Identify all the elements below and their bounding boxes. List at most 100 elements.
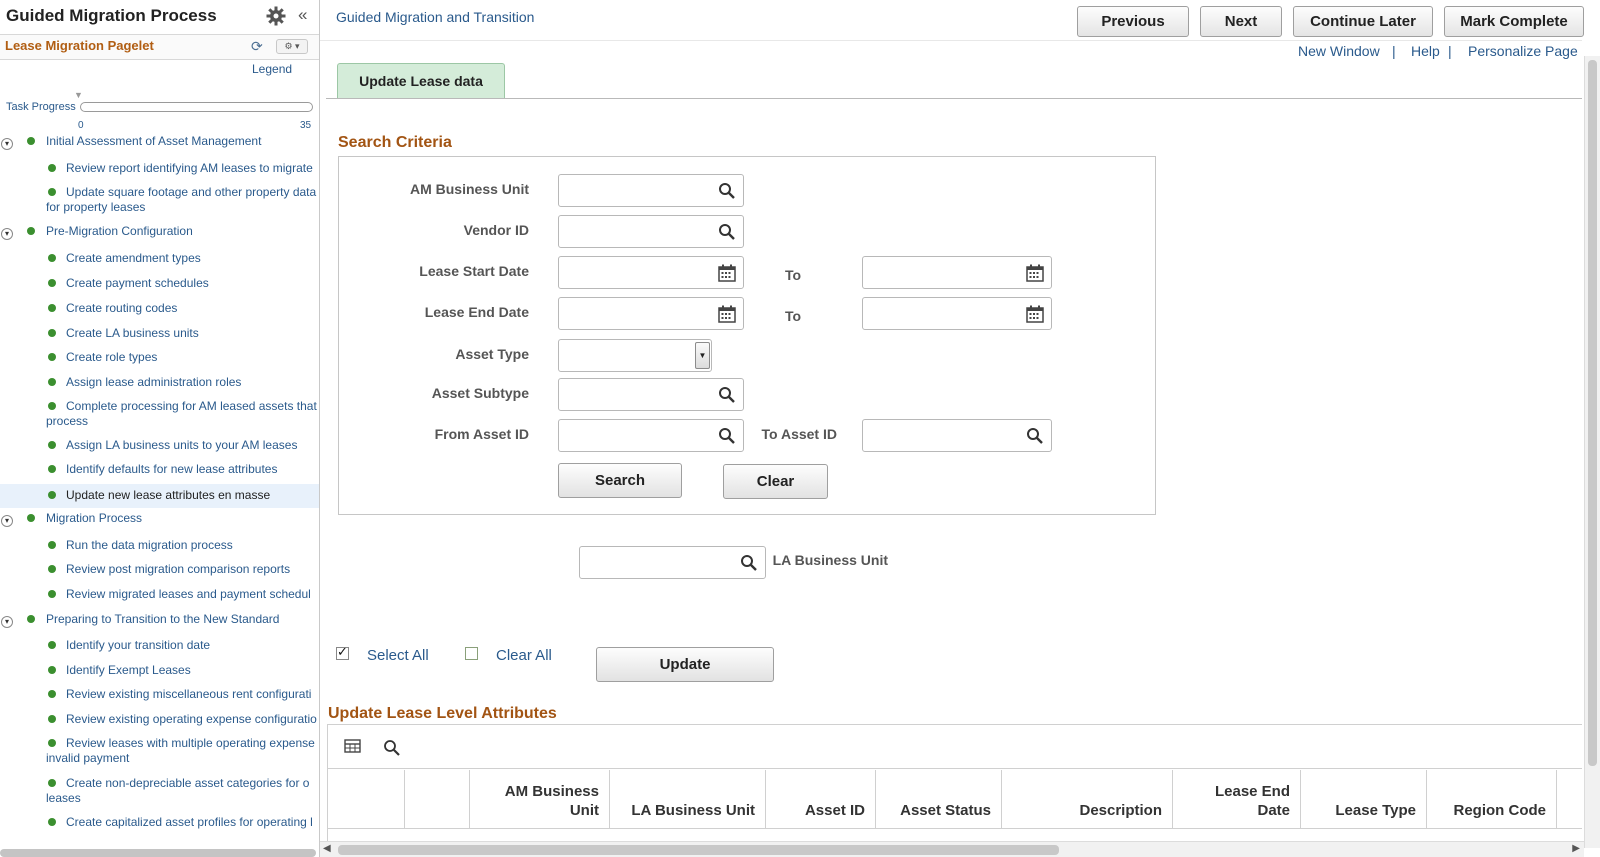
grid-header-lease-end-date[interactable]: Lease End Date	[1173, 770, 1301, 828]
calendar-icon[interactable]	[1026, 264, 1044, 282]
to-asset-id-input[interactable]	[862, 419, 1052, 452]
clear-all-link[interactable]: Clear All	[496, 647, 552, 664]
tree-step[interactable]: Identify Exempt Leases	[0, 662, 319, 682]
tree-step[interactable]: Review migrated leases and payment sched…	[0, 586, 319, 606]
tree-step-selected[interactable]: Update new lease attributes en masse	[0, 484, 319, 508]
update-button[interactable]: Update	[596, 647, 774, 682]
collapse-toggle-icon[interactable]: ▾	[1, 228, 13, 240]
collapse-toggle-icon[interactable]: ▾	[1, 616, 13, 628]
tree-item-label[interactable]: Review migrated leases and payment sched…	[66, 587, 311, 601]
scroll-left-icon[interactable]: ◀	[323, 843, 331, 854]
personalize-page-link[interactable]: Personalize Page	[1468, 43, 1578, 59]
collapse-panel-icon[interactable]: «	[298, 5, 307, 25]
legend-link[interactable]: Legend	[252, 62, 292, 76]
tree-step[interactable]: Run the data migration process	[0, 537, 319, 557]
tree-item-label[interactable]: Run the data migration process	[66, 538, 233, 552]
next-button[interactable]: Next	[1200, 6, 1282, 37]
tree-step[interactable]: Create routing codes	[0, 300, 319, 320]
tree-section[interactable]: ▾ Pre-Migration Configuration	[0, 223, 319, 243]
personalize-grid-icon[interactable]	[344, 739, 362, 755]
tree-step[interactable]: Create non-depreciable asset categories …	[0, 775, 319, 809]
tree-step[interactable]: Assign lease administration roles	[0, 374, 319, 394]
tree-step[interactable]: Create payment schedules	[0, 275, 319, 295]
panel-horizontal-scrollbar[interactable]	[0, 849, 316, 857]
lease-start-date-input[interactable]	[558, 256, 744, 289]
tree-step[interactable]: Complete processing for AM leased assets…	[0, 398, 319, 432]
tree-step[interactable]: Identify defaults for new lease attribut…	[0, 461, 319, 481]
grid-header-asset-status[interactable]: Asset Status	[876, 770, 1002, 828]
grid-header-am-business-unit[interactable]: AM Business Unit	[470, 770, 610, 828]
continue-later-button[interactable]: Continue Later	[1293, 6, 1433, 37]
tree-step[interactable]: Create role types	[0, 349, 319, 369]
tree-step[interactable]: Review existing miscellaneous rent confi…	[0, 686, 319, 706]
tree-step[interactable]: Create capitalized asset profiles for op…	[0, 814, 319, 834]
tree-step[interactable]: Review leases with multiple operating ex…	[0, 735, 319, 769]
tree-step[interactable]: Assign LA business units to your AM leas…	[0, 437, 319, 457]
grid-header-region-code[interactable]: Region Code	[1427, 770, 1557, 828]
tree-step[interactable]: Create amendment types	[0, 250, 319, 270]
select-all-link[interactable]: Select All	[367, 647, 429, 664]
search-icon[interactable]	[740, 554, 758, 572]
scrollbar-thumb[interactable]	[1588, 60, 1597, 766]
lease-end-date-input[interactable]	[558, 297, 744, 330]
tree-item-label[interactable]: Identify your transition date	[66, 638, 210, 652]
tree-item-label[interactable]: Create capitalized asset profiles for op…	[66, 815, 313, 829]
calendar-icon[interactable]	[718, 264, 736, 282]
help-link[interactable]: Help	[1411, 43, 1440, 59]
tree-step[interactable]: Review existing operating expense config…	[0, 711, 319, 731]
breadcrumb[interactable]: Guided Migration and Transition	[336, 9, 534, 25]
tree-item-label[interactable]: Identify Exempt Leases	[66, 663, 191, 677]
tree-item-label[interactable]: Identify defaults for new lease attribut…	[66, 462, 277, 476]
dropdown-arrow-icon[interactable]: ▼	[695, 342, 710, 369]
pagelet-options-icon[interactable]: ⚙ ▾	[276, 39, 308, 54]
grid-header-la-business-unit[interactable]: LA Business Unit	[610, 770, 766, 828]
tree-item-label[interactable]: Update square footage and other property…	[46, 185, 319, 215]
grid-header-lease-type[interactable]: Lease Type	[1301, 770, 1427, 828]
tree-step[interactable]: Update square footage and other property…	[0, 184, 319, 218]
search-button[interactable]: Search	[558, 463, 682, 498]
horizontal-scrollbar[interactable]: ◀ ▶	[320, 841, 1584, 857]
gear-icon[interactable]	[266, 6, 286, 26]
tree-section[interactable]: ▾ Initial Assessment of Asset Management	[0, 133, 319, 153]
tree-item-label[interactable]: Preparing to Transition to the New Stand…	[46, 612, 279, 626]
refresh-icon[interactable]: ⟳	[251, 38, 263, 55]
tree-step[interactable]: Identify your transition date	[0, 637, 319, 657]
tree-item-label[interactable]: Update new lease attributes en masse	[66, 488, 270, 502]
tree-item-label[interactable]: Review existing miscellaneous rent confi…	[66, 687, 311, 701]
clear-button[interactable]: Clear	[723, 464, 828, 499]
tree-item-label[interactable]: Create non-depreciable asset categories …	[46, 776, 319, 806]
tree-item-label[interactable]: Create role types	[66, 350, 157, 364]
new-window-link[interactable]: New Window	[1298, 43, 1380, 59]
vertical-scrollbar[interactable]	[1584, 56, 1600, 848]
tree-section[interactable]: ▾ Preparing to Transition to the New Sta…	[0, 611, 319, 631]
search-icon[interactable]	[718, 427, 736, 445]
vendor-id-input[interactable]	[558, 215, 744, 248]
tree-item-label[interactable]: Review post migration comparison reports	[66, 562, 290, 576]
tree-item-label[interactable]: Migration Process	[46, 511, 142, 525]
clear-all-checkbox-icon[interactable]	[465, 647, 478, 660]
tree-item-label[interactable]: Review existing operating expense config…	[66, 712, 317, 726]
tree-step[interactable]: Review report identifying AM leases to m…	[0, 160, 319, 180]
collapse-toggle-icon[interactable]: ▾	[1, 515, 13, 527]
tree-item-label[interactable]: Create LA business units	[66, 326, 199, 340]
search-icon[interactable]	[718, 182, 736, 200]
am-business-unit-input[interactable]	[558, 174, 744, 207]
lease-start-to-input[interactable]	[862, 256, 1052, 289]
scrollbar-thumb[interactable]	[338, 845, 1059, 855]
grid-header-description[interactable]: Description	[1002, 770, 1173, 828]
tree-step[interactable]: Review post migration comparison reports	[0, 561, 319, 581]
search-icon[interactable]	[1026, 427, 1044, 445]
select-all-checkbox-icon[interactable]	[336, 644, 349, 660]
tree-section[interactable]: ▾ Migration Process	[0, 510, 319, 530]
calendar-icon[interactable]	[718, 305, 736, 323]
tree-item-label[interactable]: Review report identifying AM leases to m…	[66, 161, 313, 175]
tree-item-label[interactable]: Create payment schedules	[66, 276, 209, 290]
tab-update-lease-data[interactable]: Update Lease data	[337, 63, 505, 99]
tree-item-label[interactable]: Pre-Migration Configuration	[46, 224, 193, 238]
tree-item-label[interactable]: Review leases with multiple operating ex…	[46, 736, 319, 766]
calendar-icon[interactable]	[1026, 305, 1044, 323]
tree-item-label[interactable]: Initial Assessment of Asset Management	[46, 134, 261, 148]
search-icon[interactable]	[718, 386, 736, 404]
search-icon[interactable]	[718, 223, 736, 241]
asset-type-select[interactable]: ▼	[558, 339, 712, 372]
